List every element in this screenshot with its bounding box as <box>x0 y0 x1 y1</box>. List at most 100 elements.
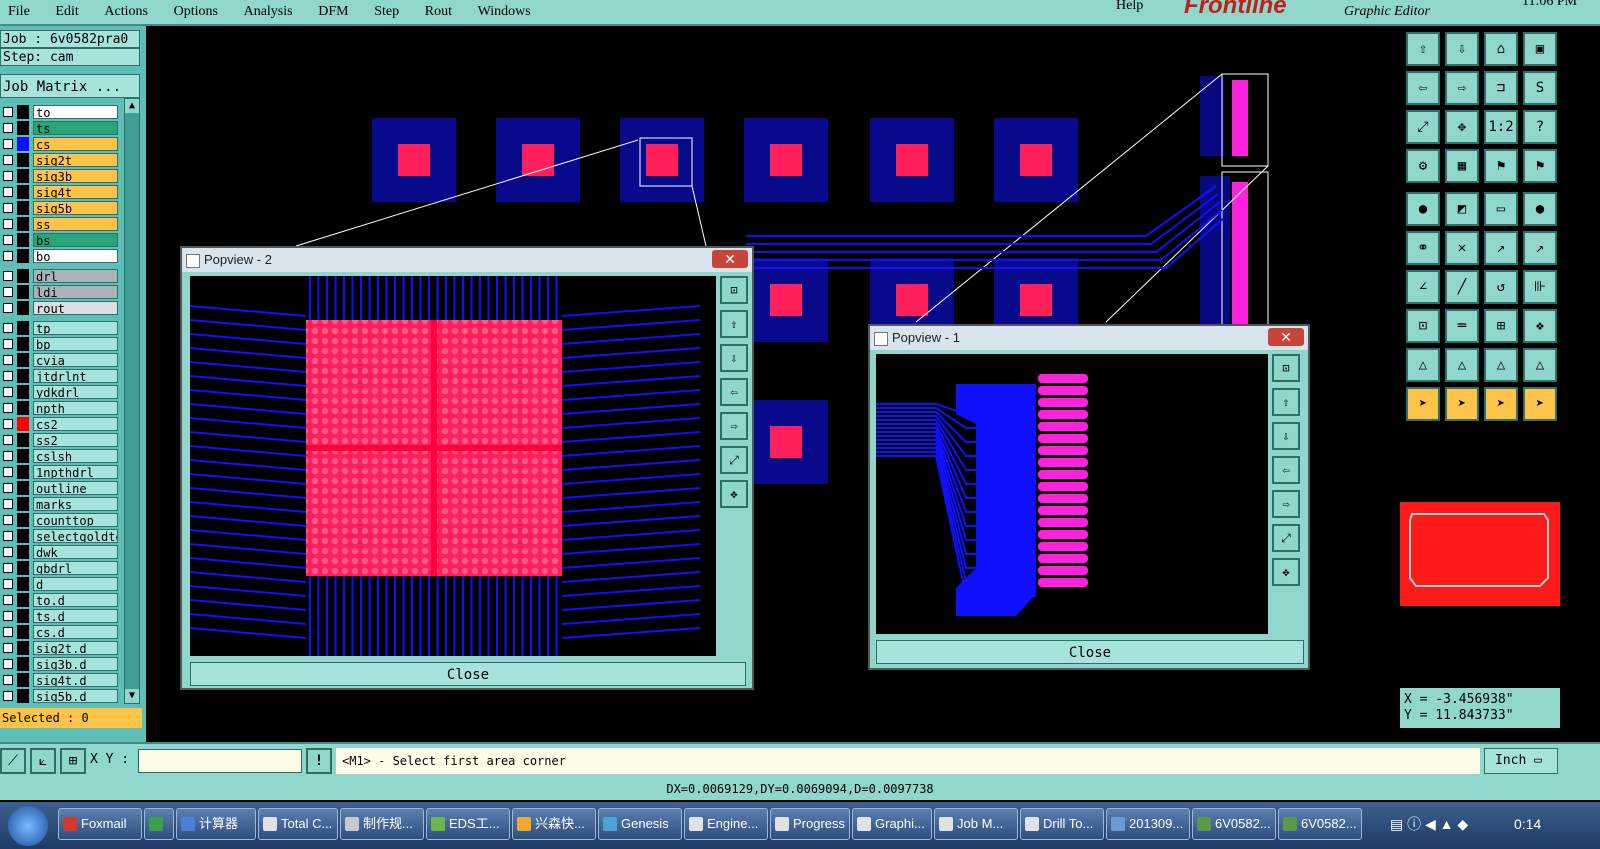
layer-color-swatch[interactable] <box>17 513 29 527</box>
bar-icon[interactable]: ═ <box>1445 309 1479 343</box>
layer-checkbox[interactable] <box>3 451 13 461</box>
layer-color-swatch[interactable] <box>17 337 29 351</box>
layer-color-swatch[interactable] <box>17 625 29 639</box>
layer-checkbox[interactable] <box>3 483 13 493</box>
layer-color-swatch[interactable] <box>17 233 29 247</box>
layer-name[interactable]: marks <box>33 497 118 511</box>
triangle-icon[interactable]: △ <box>1445 348 1479 382</box>
layer-row[interactable]: marks <box>0 496 118 512</box>
angle-icon[interactable]: ∠ <box>1406 270 1440 304</box>
layer-color-swatch[interactable] <box>17 561 29 575</box>
taskbar-item[interactable]: Total C... <box>258 808 338 840</box>
layer-name[interactable]: ts <box>33 121 118 135</box>
popup-up-icon[interactable]: ⇧ <box>1272 388 1300 416</box>
layer-name[interactable]: gbdrl <box>33 561 118 575</box>
taskbar-item[interactable]: Engine... <box>684 808 768 840</box>
layer-checkbox[interactable] <box>3 627 13 637</box>
layer-name[interactable]: to <box>33 105 118 119</box>
layer-name[interactable]: sig3b.d <box>33 657 118 671</box>
layer-color-swatch[interactable] <box>17 369 29 383</box>
layer-row[interactable]: ydkdrl <box>0 384 118 400</box>
popup-right-icon[interactable]: ⇨ <box>720 412 748 440</box>
layer-name[interactable]: sig2t.d <box>33 641 118 655</box>
popup-fit-icon[interactable]: ⊡ <box>1272 354 1300 382</box>
layer-row[interactable]: gbdrl <box>0 560 118 576</box>
layer-row[interactable]: bo <box>0 248 118 264</box>
popup-pan-icon[interactable]: ✥ <box>1272 558 1300 586</box>
menu-options[interactable]: Options <box>166 5 226 19</box>
menu-actions[interactable]: Actions <box>96 5 156 19</box>
layer-name[interactable]: cvia <box>33 353 118 367</box>
select-icon[interactable]: ➤ <box>1484 387 1518 421</box>
pad-icon[interactable]: ● <box>1406 192 1440 226</box>
scroll-down-icon[interactable]: ▼ <box>125 689 139 703</box>
popview-2-canvas[interactable] <box>190 276 716 656</box>
arrow-icon[interactable]: ↗ <box>1523 231 1557 265</box>
layer-row[interactable]: drl <box>0 268 118 284</box>
popview-1-close-button[interactable]: Close <box>876 640 1304 664</box>
layer-row[interactable]: ts <box>0 120 118 136</box>
layer-name[interactable]: rout <box>33 301 118 315</box>
layer-color-swatch[interactable] <box>17 137 29 151</box>
layer-row[interactable]: counttop <box>0 512 118 528</box>
layer-color-swatch[interactable] <box>17 321 29 335</box>
popup-down-icon[interactable]: ⇩ <box>1272 422 1300 450</box>
layer-checkbox[interactable] <box>3 139 13 149</box>
taskbar-item[interactable]: Progress <box>770 808 850 840</box>
layer-checkbox[interactable] <box>3 171 13 181</box>
units-select[interactable]: Inch ▭ <box>1484 748 1558 774</box>
layer-color-swatch[interactable] <box>17 301 29 315</box>
layer-row[interactable]: dwk <box>0 544 118 560</box>
settings-icon[interactable]: ⚙ <box>1406 149 1440 183</box>
layer-row[interactable]: ss2 <box>0 432 118 448</box>
layer-checkbox[interactable] <box>3 643 13 653</box>
layer-color-swatch[interactable] <box>17 105 29 119</box>
layer-row[interactable]: tp <box>0 320 118 336</box>
grid-icon[interactable]: ⊞ <box>60 748 86 774</box>
layer-color-swatch[interactable] <box>17 641 29 655</box>
taskbar-item[interactable]: 6V0582... <box>1278 808 1362 840</box>
layer-color-swatch[interactable] <box>17 121 29 135</box>
layer-color-swatch[interactable] <box>17 545 29 559</box>
layer-name[interactable]: ydkdrl <box>33 385 118 399</box>
arc-icon[interactable]: ↺ <box>1484 270 1518 304</box>
menu-dfm[interactable]: DFM <box>310 5 356 19</box>
layer-row[interactable]: sig3b <box>0 168 118 184</box>
triangle-icon[interactable]: △ <box>1523 348 1557 382</box>
layer-color-swatch[interactable] <box>17 285 29 299</box>
layer-name[interactable]: cs2 <box>33 417 118 431</box>
layer-name[interactable]: outline <box>33 481 118 495</box>
layer-checkbox[interactable] <box>3 467 13 477</box>
layer-color-swatch[interactable] <box>17 657 29 671</box>
layer-row[interactable]: to.d <box>0 592 118 608</box>
layer-name[interactable]: ss <box>33 217 118 231</box>
triangle-icon[interactable]: △ <box>1406 348 1440 382</box>
layer-row[interactable]: ldi <box>0 284 118 300</box>
taskbar-item[interactable]: 计算器 <box>176 808 256 840</box>
layer-color-swatch[interactable] <box>17 249 29 263</box>
layer-row[interactable]: ss <box>0 216 118 232</box>
layer-name[interactable]: to.d <box>33 593 118 607</box>
layer-checkbox[interactable] <box>3 251 13 261</box>
layer-row[interactable]: sig2t.d <box>0 640 118 656</box>
layer-color-swatch[interactable] <box>17 593 29 607</box>
layer-name[interactable]: 1npthdrl <box>33 465 118 479</box>
help-icon[interactable]: ? <box>1523 110 1557 144</box>
layer-checkbox[interactable] <box>3 271 13 281</box>
popview-1-close-icon[interactable]: ✕ <box>1268 328 1304 346</box>
popup-right-icon[interactable]: ⇨ <box>1272 490 1300 518</box>
tray-icons[interactable]: ▤ ⓘ ◀ ▲ ◆ <box>1390 814 1468 834</box>
layer-checkbox[interactable] <box>3 371 13 381</box>
layer-name[interactable]: drl <box>33 269 118 283</box>
taskbar-item[interactable] <box>144 808 174 840</box>
layer-name[interactable]: sig4t.d <box>33 673 118 687</box>
layer-checkbox[interactable] <box>3 107 13 117</box>
layer-row[interactable]: d <box>0 576 118 592</box>
layer-name[interactable]: sig3b <box>33 169 118 183</box>
zoom-out-icon[interactable]: ⇩ <box>1445 32 1479 66</box>
layer-name[interactable]: dwk <box>33 545 118 559</box>
layer-name[interactable]: sig4t <box>33 185 118 199</box>
layer-row[interactable]: bp <box>0 336 118 352</box>
layer-row[interactable]: sig4t.d <box>0 672 118 688</box>
layer-checkbox[interactable] <box>3 303 13 313</box>
